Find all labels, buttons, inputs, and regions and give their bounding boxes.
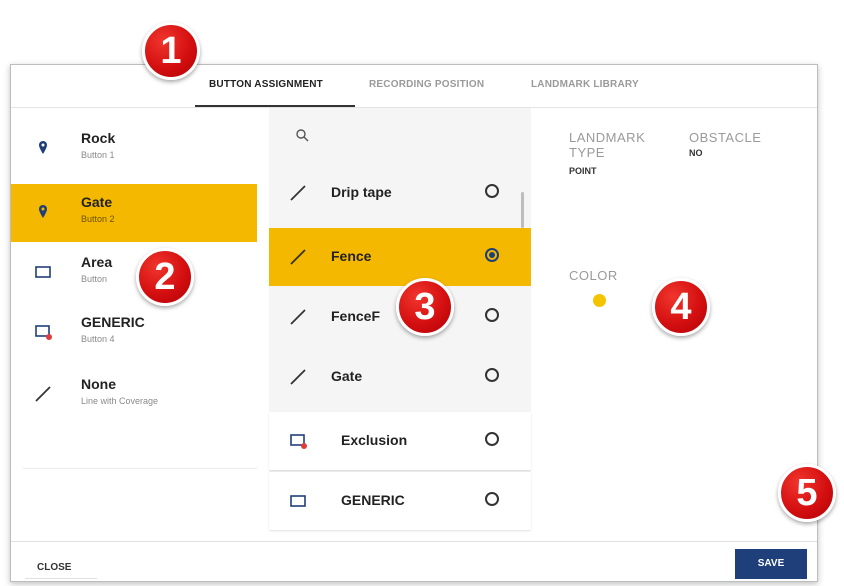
callout-badge-1: 1 bbox=[142, 22, 200, 80]
landmark-type-label-line2: TYPE bbox=[569, 145, 605, 160]
landmark-label: FenceF bbox=[331, 308, 381, 324]
radio-button[interactable] bbox=[485, 492, 499, 506]
button-item-title: None bbox=[81, 376, 116, 392]
close-button[interactable]: CLOSE bbox=[25, 557, 97, 579]
landmark-label: Fence bbox=[331, 248, 372, 264]
tab-recording-position[interactable]: RECORDING POSITION bbox=[369, 79, 484, 90]
rectangle-flag-icon bbox=[35, 325, 52, 340]
landmark-type-label: LANDMARK TYPE bbox=[569, 130, 645, 160]
callout-badge-2: 2 bbox=[136, 248, 194, 306]
color-swatch bbox=[593, 294, 606, 307]
callout-badge-5: 5 bbox=[778, 464, 836, 522]
rectangle-icon bbox=[290, 495, 306, 507]
color-label: COLOR bbox=[569, 268, 618, 283]
radio-button[interactable] bbox=[485, 184, 499, 198]
landmark-label: Drip tape bbox=[331, 184, 392, 200]
map-pin-icon bbox=[39, 141, 47, 154]
radio-button[interactable] bbox=[485, 368, 499, 382]
tab-bar: BUTTON ASSIGNMENT RECORDING POSITION LAN… bbox=[11, 65, 817, 107]
tab-button-assignment[interactable]: BUTTON ASSIGNMENT bbox=[209, 79, 323, 90]
button-item-subtitle: Line with Coverage bbox=[81, 396, 159, 406]
button-list: Rock Button 1 Gate Button 2 Area Button … bbox=[11, 108, 269, 528]
obstacle-label: OBSTACLE bbox=[689, 130, 762, 145]
button-item-area[interactable]: Area Button bbox=[11, 244, 257, 302]
list-divider bbox=[23, 468, 257, 469]
rectangle-flag-icon bbox=[290, 434, 307, 449]
landmark-label: GENERIC bbox=[341, 492, 405, 508]
line-icon bbox=[290, 249, 306, 265]
button-item-title: GENERIC bbox=[81, 314, 145, 330]
rectangle-icon bbox=[35, 266, 51, 278]
button-item-subtitle: Button bbox=[81, 274, 108, 284]
radio-button[interactable] bbox=[485, 308, 499, 322]
line-icon bbox=[290, 309, 306, 325]
landmark-item-exclusion[interactable]: Exclusion bbox=[269, 412, 531, 470]
line-icon bbox=[35, 386, 51, 402]
landmark-item-generic[interactable]: GENERIC bbox=[269, 472, 531, 530]
save-button[interactable]: SAVE bbox=[735, 549, 807, 579]
radio-button[interactable] bbox=[485, 432, 499, 446]
button-item-title: Area bbox=[81, 254, 113, 270]
landmark-type-value: POINT bbox=[569, 166, 597, 176]
button-item-rock[interactable]: Rock Button 1 bbox=[11, 120, 257, 178]
line-icon bbox=[290, 185, 306, 201]
button-item-title: Gate bbox=[81, 194, 113, 210]
button-item-subtitle: Button 2 bbox=[81, 214, 115, 224]
button-item-gate[interactable]: Gate Button 2 bbox=[11, 184, 257, 242]
scrollbar[interactable] bbox=[521, 192, 524, 228]
landmark-item-fence[interactable]: Fence bbox=[269, 228, 531, 286]
obstacle-value: NO bbox=[689, 148, 703, 158]
map-pin-icon bbox=[39, 205, 47, 218]
button-item-subtitle: Button 4 bbox=[81, 334, 115, 344]
search-icon[interactable] bbox=[295, 128, 309, 142]
line-icon bbox=[290, 369, 306, 385]
callout-badge-4: 4 bbox=[652, 278, 710, 336]
callout-badge-3: 3 bbox=[396, 278, 454, 336]
button-item-none[interactable]: None Line with Coverage bbox=[11, 366, 257, 424]
landmark-label: Gate bbox=[331, 368, 363, 384]
landmark-label: Exclusion bbox=[341, 432, 408, 448]
landmark-type-label-line1: LANDMARK bbox=[569, 130, 646, 145]
button-item-subtitle: Button 1 bbox=[81, 150, 115, 160]
footer-divider bbox=[11, 541, 817, 542]
landmark-item-gate[interactable]: Gate bbox=[269, 348, 531, 406]
radio-button-selected[interactable] bbox=[485, 248, 499, 262]
button-item-title: Rock bbox=[81, 130, 116, 146]
tab-landmark-library[interactable]: LANDMARK LIBRARY bbox=[531, 79, 639, 90]
button-item-generic[interactable]: GENERIC Button 4 bbox=[11, 304, 257, 362]
landmark-item-drip-tape[interactable]: Drip tape bbox=[269, 164, 531, 222]
